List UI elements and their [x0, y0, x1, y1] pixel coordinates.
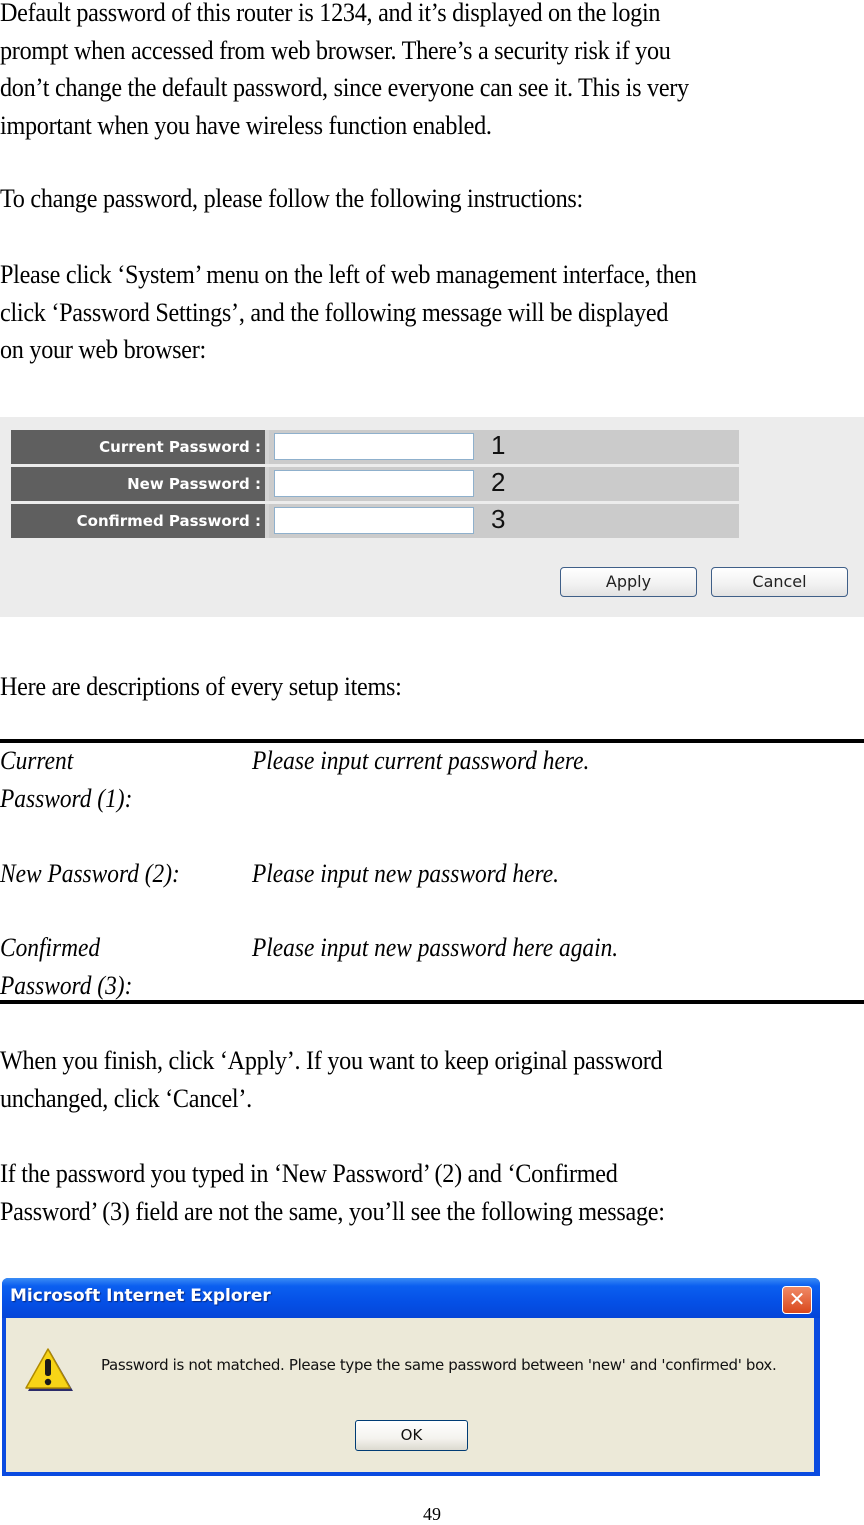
- intro-paragraph: Default password of this router is 1234,…: [0, 0, 804, 144]
- close-icon[interactable]: ✕: [782, 1286, 812, 1314]
- term-line: Password (3):: [0, 970, 133, 1000]
- text-line: prompt when accessed from web browser. T…: [0, 35, 671, 65]
- term: Confirmed Password (3):: [0, 929, 132, 1004]
- text-line: Please click ‘System’ menu on the left o…: [0, 260, 697, 289]
- confirmed-password-label: Confirmed Password :: [11, 504, 265, 538]
- dialog-message: Password is not matched. Please type the…: [101, 1356, 777, 1374]
- new-password-cell: 2: [269, 467, 739, 501]
- new-password-input[interactable]: [274, 470, 474, 497]
- term-line: Confirmed: [0, 933, 101, 962]
- current-password-input[interactable]: [274, 433, 474, 460]
- confirmed-password-input[interactable]: [274, 507, 474, 534]
- term-line: Password (1):: [0, 783, 133, 813]
- term-line: Current: [0, 746, 74, 775]
- page-number: 49: [423, 1504, 441, 1524]
- description: Please input current password here.: [252, 746, 590, 775]
- description: Please input new password here again.: [252, 933, 619, 962]
- new-password-label: New Password :: [11, 467, 265, 501]
- term: New Password (2):: [0, 859, 180, 888]
- table-bottom-rule: [0, 1000, 864, 1004]
- apply-button[interactable]: Apply: [560, 567, 697, 597]
- callout-number: 3: [491, 504, 506, 534]
- text-line: If the password you typed in ‘New Passwo…: [0, 1159, 618, 1188]
- text-line: click ‘Password Settings’, and the follo…: [0, 297, 669, 327]
- current-password-cell: 1: [269, 430, 739, 464]
- callout-number: 2: [491, 467, 506, 497]
- term: Current Password (1):: [0, 742, 132, 817]
- text-line: Password’ (3) field are not the same, yo…: [0, 1196, 665, 1226]
- current-password-label: Current Password :: [11, 430, 265, 464]
- apply-note: When you finish, click ‘Apply’. If you w…: [0, 1042, 804, 1117]
- dialog-title: Microsoft Internet Explorer: [10, 1286, 271, 1306]
- descriptions-intro: Here are descriptions of every setup ite…: [0, 672, 402, 701]
- text-line: don’t change the default password, since…: [0, 73, 689, 102]
- confirmed-password-cell: 3: [269, 504, 739, 538]
- text-line: important when you have wireless functio…: [0, 110, 492, 140]
- callout-number: 1: [491, 430, 506, 460]
- text-line: on your web browser:: [0, 335, 206, 364]
- cancel-button[interactable]: Cancel: [711, 567, 848, 597]
- navigation-paragraph: Please click ‘System’ menu on the left o…: [0, 256, 804, 369]
- ok-button[interactable]: OK: [355, 1420, 468, 1451]
- mismatch-note: If the password you typed in ‘New Passwo…: [0, 1155, 804, 1230]
- dialog-body: Password is not matched. Please type the…: [6, 1318, 814, 1472]
- text-line: unchanged, click ‘Cancel’.: [0, 1083, 252, 1113]
- ie-alert-dialog: Microsoft Internet Explorer ✕ Password i…: [2, 1278, 820, 1476]
- text-line: Default password of this router is 1234,…: [0, 0, 661, 27]
- warning-icon: [25, 1348, 73, 1391]
- instructions-intro: To change password, please follow the fo…: [0, 184, 583, 213]
- dialog-titlebar: Microsoft Internet Explorer ✕: [2, 1278, 820, 1318]
- text-line: When you finish, click ‘Apply’. If you w…: [0, 1046, 663, 1075]
- description: Please input new password here.: [252, 859, 559, 888]
